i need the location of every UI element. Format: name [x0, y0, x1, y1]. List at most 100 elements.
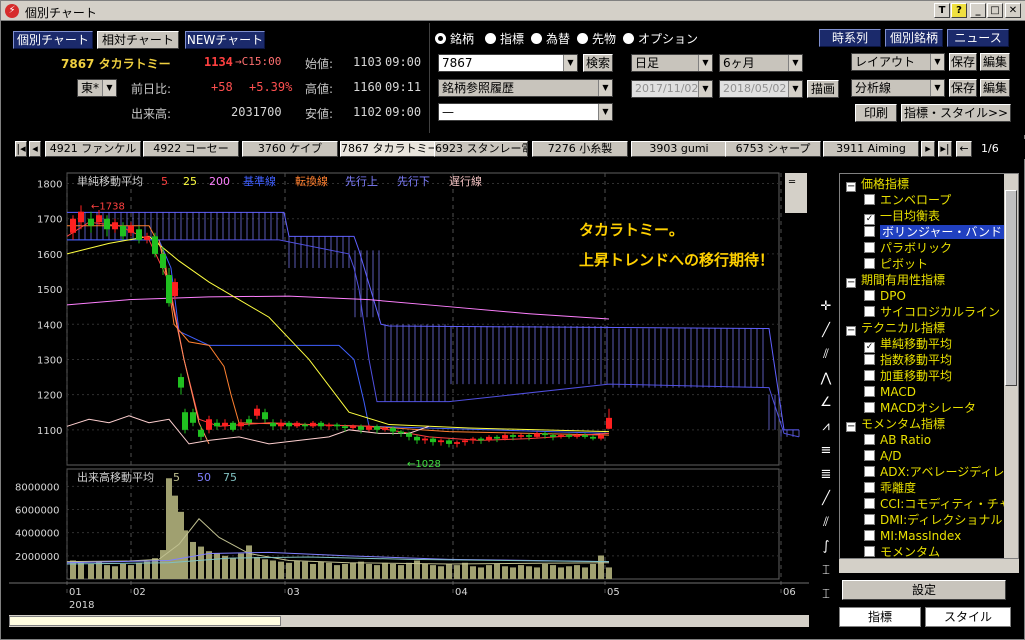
layout-select[interactable]: レイアウト ▼ [851, 53, 945, 71]
tree-item[interactable]: モメンタム [864, 544, 940, 560]
checkbox-icon[interactable] [864, 290, 875, 301]
radio-stock[interactable]: 銘柄 [435, 30, 474, 47]
channel-icon[interactable]: ⫽ [816, 513, 836, 533]
tree-item[interactable]: ✓ 単純移動平均 [864, 336, 952, 353]
scrollbar-thumb[interactable] [1005, 190, 1017, 386]
checkbox-icon[interactable] [864, 258, 875, 269]
period-range-select[interactable]: 6ヶ月 ▼ [719, 54, 803, 72]
stock-tab[interactable]: 4922 コーセー [143, 141, 239, 157]
analysis-line-select[interactable]: 分析線 ▼ [851, 79, 945, 97]
crosshair-icon[interactable]: ✛ [816, 297, 836, 317]
checkbox-icon[interactable] [864, 498, 875, 509]
timeseries-button[interactable]: 時系列 [819, 29, 881, 47]
tab-first-arrow[interactable]: |◂ [15, 141, 27, 157]
fibonacci-fan-icon[interactable]: ⋀ [816, 369, 836, 389]
history-select[interactable]: 銘柄参照履歴 ▼ [438, 79, 613, 97]
checkbox-icon[interactable] [864, 402, 875, 413]
blank-select[interactable]: — ▼ [438, 103, 613, 121]
stock-tab[interactable]: 3911 Aiming [823, 141, 919, 157]
date-to-field[interactable]: 2018/05/02 ▼ [719, 80, 803, 98]
cycle-icon[interactable]: ⌶ [816, 561, 836, 581]
checkbox-icon[interactable] [864, 466, 875, 477]
tree-item[interactable]: 加重移動平均 [864, 368, 952, 384]
search-button[interactable]: 検索 [583, 54, 613, 72]
stock-tab[interactable]: 3760 ケイブ [242, 141, 338, 157]
radio-forex[interactable]: 為替 [531, 30, 570, 47]
stock-tab[interactable]: 3903 gumi [631, 141, 727, 157]
close-button[interactable]: ✕ [1005, 3, 1021, 18]
tree-item[interactable]: AB Ratio [864, 432, 931, 448]
measure-icon[interactable]: ⌶ [816, 585, 836, 605]
checkbox-icon[interactable] [864, 514, 875, 525]
angle-icon[interactable]: ∠ [816, 393, 836, 413]
checkbox-icon[interactable] [864, 434, 875, 445]
news-button[interactable]: ニュース [947, 29, 1009, 47]
stock-tab[interactable]: 4921 ファンケル [45, 141, 141, 157]
tree-item[interactable]: DMI:ディレクショナル [864, 512, 1002, 528]
price-chart[interactable]: 1800 1700 1600 1500 1400 1300 1200 1100 8000000 6… [9, 171, 809, 611]
tab-indicator[interactable]: 指標 [839, 607, 921, 627]
stock-code-input[interactable]: 7867 ▼ [438, 54, 578, 72]
new-chart-button[interactable]: NEWチャート [185, 31, 265, 49]
tree-group[interactable]: − モメンタム指標 [846, 416, 945, 432]
radio-indicator[interactable]: 指標 [485, 30, 524, 47]
tab-prev-arrow[interactable]: ◂ [29, 141, 41, 157]
tree-item[interactable]: MI:MassIndex [864, 528, 961, 544]
stock-tab[interactable]: 7867 タカラトミー [340, 141, 436, 157]
tab-next-arrow[interactable]: ▸ [921, 141, 935, 157]
parallel-line-icon[interactable]: ⫽ [816, 345, 836, 365]
collapse-icon[interactable]: − [846, 278, 856, 288]
draw-button[interactable]: 描画 [807, 80, 839, 98]
fib-retracement-icon[interactable]: ≡ [816, 441, 836, 461]
tree-item[interactable]: MACDオシレータ [864, 400, 976, 416]
tree-item[interactable]: 乖離度 [864, 480, 916, 496]
radio-options[interactable]: オプション [623, 30, 698, 47]
checkbox-icon[interactable] [864, 370, 875, 381]
layout-edit-button[interactable]: 編集 [980, 53, 1010, 71]
checkbox-icon[interactable] [864, 226, 875, 237]
tree-item[interactable]: 指数移動平均 [864, 352, 952, 368]
maximize-button[interactable]: □ [987, 3, 1003, 18]
font-button[interactable]: T [934, 3, 950, 18]
period-type-select[interactable]: 日足 ▼ [631, 54, 713, 72]
help-button[interactable]: ? [951, 3, 967, 18]
checkbox-icon[interactable] [864, 530, 875, 541]
tree-scrollbar[interactable] [1004, 174, 1018, 558]
tree-item[interactable]: パラボリック [864, 240, 952, 256]
tree-group[interactable]: − 期間有用性指標 [846, 272, 945, 288]
individual-chart-button[interactable]: 個別チャート [13, 31, 93, 49]
settings-button[interactable]: 設定 [842, 580, 1006, 600]
tab-last-arrow[interactable]: ▸| [938, 141, 952, 157]
ray-icon[interactable]: ╱ [816, 489, 836, 509]
tree-item[interactable]: ピボット [864, 256, 928, 272]
trendline-icon[interactable]: ╱ [816, 321, 836, 341]
tree-group[interactable]: − テクニカル指標 [846, 320, 945, 336]
checkbox-icon[interactable] [864, 306, 875, 317]
checkbox-icon[interactable] [864, 242, 875, 253]
layout-save-button[interactable]: 保存 [949, 53, 977, 71]
radio-futures[interactable]: 先物 [577, 30, 616, 47]
tree-item[interactable]: MACD [864, 384, 916, 400]
checkbox-icon[interactable] [864, 354, 875, 365]
stock-tab[interactable]: 6753 シャープ [725, 141, 821, 157]
chart-scroll-thumb[interactable] [9, 616, 281, 626]
tree-item[interactable]: DPO [864, 288, 906, 304]
individual-stocks-button[interactable]: 個別銘柄 [885, 29, 943, 47]
horizontal-lines-icon[interactable]: ≣ [816, 465, 836, 485]
checkbox-icon[interactable] [864, 194, 875, 205]
minimize-button[interactable]: _ [970, 3, 986, 18]
tree-item[interactable]: CCI:コモディティ・チャ [864, 496, 1011, 512]
triangle-icon[interactable]: ⩘ [816, 417, 836, 437]
tree-item[interactable]: エンベロープ [864, 192, 951, 208]
print-button[interactable]: 印刷 [855, 104, 897, 122]
checkbox-icon[interactable] [864, 450, 875, 461]
collapse-icon[interactable]: − [846, 182, 856, 192]
analysis-save-button[interactable]: 保存 [949, 79, 977, 97]
chart-scrollbar[interactable] [9, 615, 809, 627]
tab-back-icon[interactable]: ← [956, 141, 972, 157]
tree-item[interactable]: ADX:アベレージディレ [864, 464, 1004, 480]
checkbox-icon[interactable] [864, 482, 875, 493]
checkbox-icon[interactable] [864, 546, 875, 557]
tree-item[interactable]: ボリンジャー・バンド [864, 224, 1005, 240]
tree-item[interactable]: ✓ 一目均衡表 [864, 208, 940, 225]
